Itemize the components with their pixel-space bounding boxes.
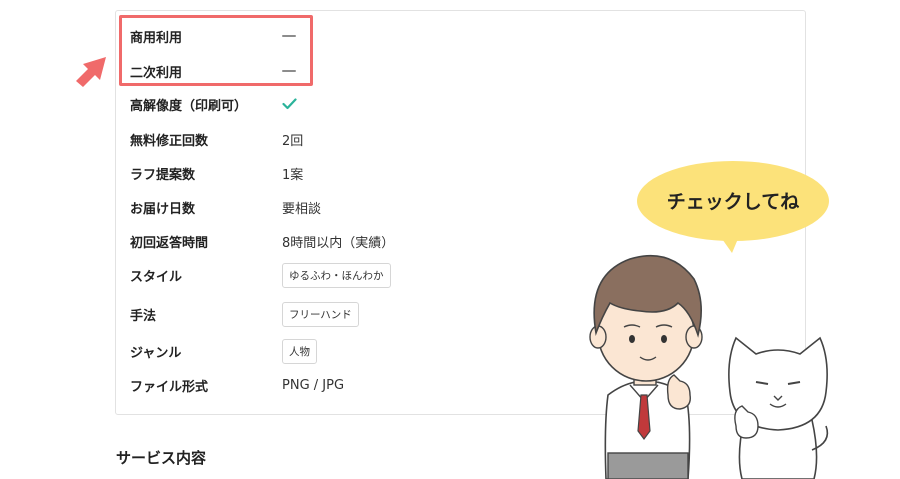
spec-value: PNG / JPG (282, 377, 345, 393)
spec-row-style: スタイル ゆるふわ・ほんわか (130, 262, 391, 288)
check-icon (282, 98, 297, 110)
spec-row-free-revisions: 無料修正回数 2回 (130, 127, 303, 151)
spec-label: スタイル (130, 269, 183, 285)
spec-row-rough-proposals: ラフ提案数 1案 (130, 161, 303, 185)
spec-row-first-response: 初回返答時間 8時間以内（実績） (130, 229, 394, 253)
spec-label: お届け日数 (130, 201, 196, 217)
speech-bubble: チェックしてね (637, 161, 829, 253)
spec-value: 2回 (282, 133, 304, 149)
spec-label: 初回返答時間 (130, 235, 209, 251)
genre-tag[interactable]: 人物 (282, 338, 317, 364)
spec-label: 手法 (130, 308, 157, 324)
spec-value: 1案 (282, 167, 304, 183)
spec-value: 8時間以内（実績） (282, 235, 395, 251)
highlight-box (119, 15, 313, 86)
spec-label: ファイル形式 (130, 379, 209, 395)
spec-row-delivery-days: お届け日数 要相談 (130, 195, 321, 219)
spec-row-genre: ジャンル 人物 (130, 338, 317, 364)
technique-tag[interactable]: フリーハンド (282, 301, 359, 327)
speech-bubble-text: チェックしてね (667, 191, 799, 213)
spec-row-technique: 手法 フリーハンド (130, 301, 359, 327)
spec-label: ジャンル (130, 345, 182, 361)
cat-character-illustration (728, 336, 829, 479)
section-title: サービス内容 (116, 449, 207, 467)
spec-label: ラフ提案数 (130, 167, 196, 183)
boy-character-illustration (589, 255, 703, 479)
spec-row-high-resolution: 高解像度（印刷可） (130, 92, 297, 116)
spec-label: 無料修正回数 (130, 133, 209, 149)
spec-value: 要相談 (282, 201, 322, 217)
spec-label: 高解像度（印刷可） (130, 98, 248, 114)
spec-row-file-format: ファイル形式 PNG / JPG (130, 373, 344, 397)
style-tag[interactable]: ゆるふわ・ほんわか (282, 262, 391, 288)
pointer-arrow-icon (76, 57, 106, 87)
